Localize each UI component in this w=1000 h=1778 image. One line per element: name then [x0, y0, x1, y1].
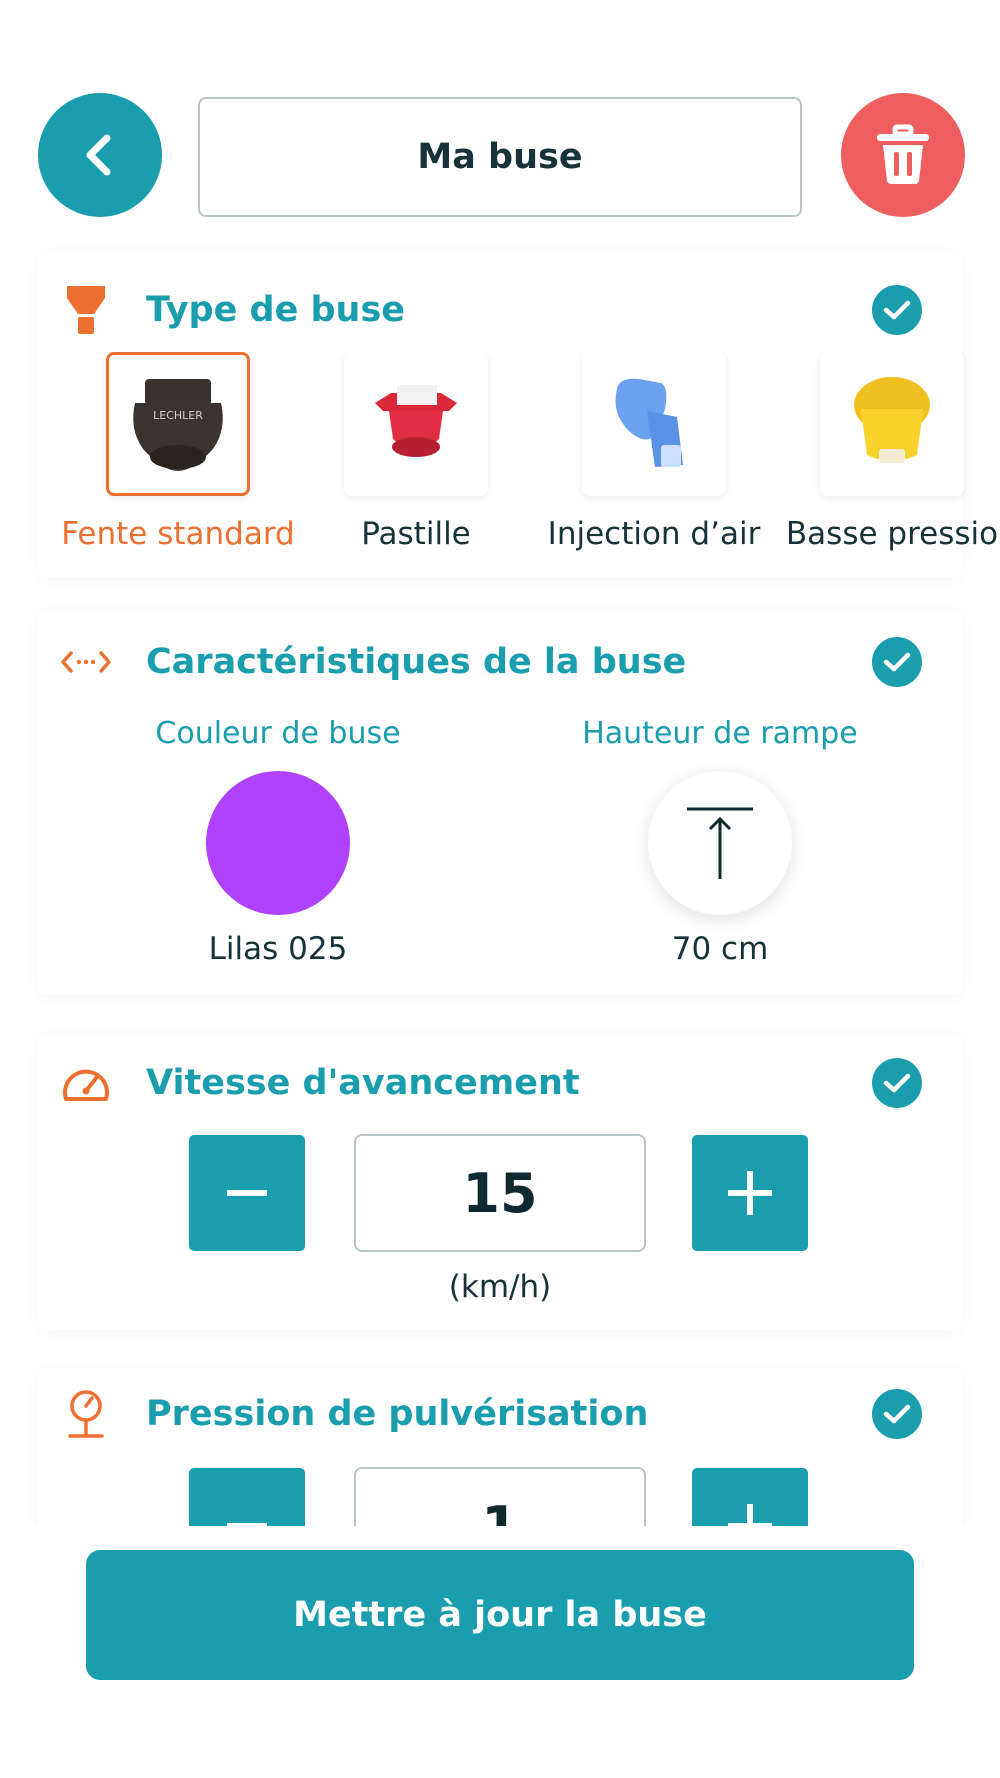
nozzle-name-field[interactable]: Ma buse [198, 97, 802, 217]
check-icon [872, 1389, 922, 1439]
blue-nozzle-image [615, 378, 683, 467]
delete-button[interactable] [841, 93, 965, 217]
type-thumb: LECHLER [106, 352, 250, 496]
speed-value-field[interactable]: 15 [354, 1134, 646, 1252]
type-thumb [344, 352, 488, 496]
chevron-left-icon [86, 134, 111, 176]
type-option-pastille[interactable]: Pastille [291, 352, 541, 552]
speedometer-icon [60, 1057, 112, 1109]
height-label: Hauteur de rampe [582, 716, 858, 751]
color-column: Couleur de buse Lilas 025 [58, 716, 498, 967]
type-title: Type de buse [146, 290, 406, 330]
type-label: Fente standard [61, 516, 295, 552]
nozzle-name-text: Ma buse [417, 137, 583, 177]
characteristics-header: Caractéristiques de la buse [60, 634, 940, 690]
type-thumb [582, 352, 726, 496]
update-nozzle-button[interactable]: Mettre à jour la buse [86, 1550, 914, 1680]
type-header: Type de buse [60, 282, 940, 338]
trash-icon [877, 124, 929, 184]
nozzle-type-list: LECHLER Fente standard Pastille Injectio… [0, 352, 1000, 552]
height-arrow-icon [687, 807, 753, 879]
nozzle-icon [60, 284, 112, 336]
type-thumb [820, 352, 964, 496]
minus-icon [227, 1190, 267, 1196]
update-nozzle-label: Mettre à jour la buse [293, 1595, 707, 1635]
type-option-air-injection[interactable]: Injection d’air [529, 352, 779, 552]
pressure-title: Pression de pulvérisation [146, 1394, 649, 1434]
svg-text:LECHLER: LECHLER [153, 409, 203, 422]
type-option-standard[interactable]: LECHLER Fente standard [53, 352, 303, 552]
color-value: Lilas 025 [208, 931, 348, 967]
black-nozzle-image: LECHLER [133, 379, 223, 471]
check-icon [872, 1058, 922, 1108]
characteristics-card: Caractéristiques de la buse Couleur de b… [38, 610, 962, 995]
speed-unit: (km/h) [448, 1269, 552, 1305]
pressure-header: Pression de pulvérisation [60, 1386, 940, 1442]
arrows-spread-icon [60, 636, 112, 688]
speed-header: Vitesse d'avancement [60, 1055, 940, 1111]
yellow-nozzle-image [854, 377, 930, 463]
speed-card: Vitesse d'avancement 15 (km/h) [38, 1035, 962, 1330]
type-option-low-pressure[interactable]: Basse pressio [767, 352, 1000, 552]
check-icon [872, 285, 922, 335]
red-nozzle-image [375, 385, 457, 457]
plus-icon [728, 1171, 772, 1215]
type-label: Injection d’air [547, 516, 761, 552]
back-button[interactable] [38, 93, 162, 217]
height-column: Hauteur de rampe 70 cm [500, 716, 940, 967]
speed-decrease-button[interactable] [189, 1135, 305, 1251]
color-label: Couleur de buse [155, 716, 401, 751]
boom-height-button[interactable] [648, 771, 792, 915]
speed-value: 15 [462, 1161, 538, 1225]
speed-increase-button[interactable] [692, 1135, 808, 1251]
characteristics-title: Caractéristiques de la buse [146, 642, 687, 682]
pressure-gauge-icon [60, 1388, 112, 1440]
type-label: Basse pressio [785, 516, 999, 552]
type-label: Pastille [361, 516, 471, 552]
height-value: 70 cm [671, 931, 769, 967]
check-icon [872, 637, 922, 687]
speed-title: Vitesse d'avancement [146, 1063, 580, 1103]
nozzle-color-swatch[interactable] [206, 771, 350, 915]
